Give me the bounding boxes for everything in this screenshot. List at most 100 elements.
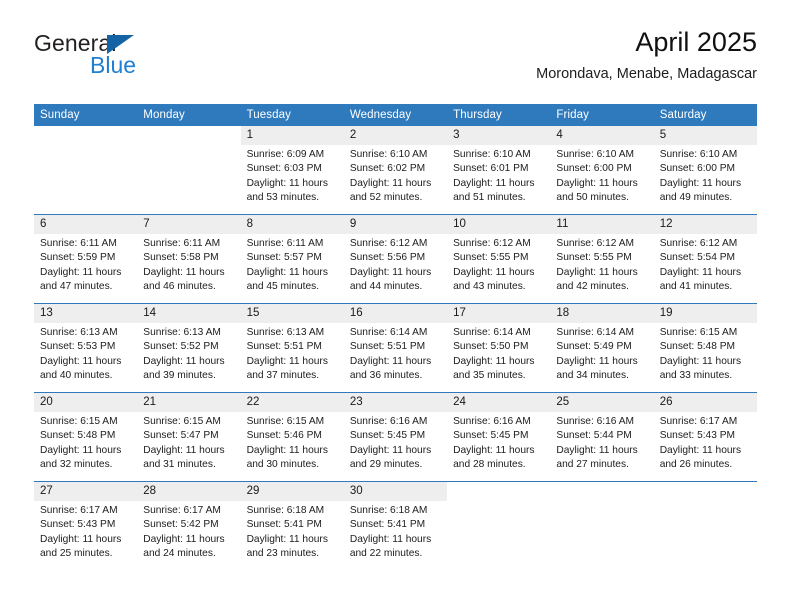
day-details: Sunrise: 6:10 AM Sunset: 6:02 PM Daylight:… <box>344 145 447 205</box>
day-cell[interactable]: 8 Sunrise: 6:11 AM Sunset: 5:57 PM Daylight… <box>240 215 344 304</box>
weekday-header-row: Sunday Monday Tuesday Wednesday Thursday… <box>34 104 757 126</box>
sunset-text: Sunset: 5:48 PM <box>659 341 736 353</box>
day-number: 10 <box>447 215 551 234</box>
sunset-text: Sunset: 5:50 PM <box>453 341 529 353</box>
day-cell[interactable]: 27 Sunrise: 6:17 AM Sunset: 5:43 PM Dayligh… <box>34 482 138 571</box>
sunset-text: Sunset: 5:43 PM <box>40 519 116 531</box>
calendar-week-row: 27 Sunrise: 6:17 AM Sunset: 5:43 PM Dayligh… <box>34 481 757 571</box>
day-details: Sunrise: 6:12 AM Sunset: 5:54 PM Daylight:… <box>654 234 757 294</box>
day-details: Sunrise: 6:12 AM Sunset: 5:55 PM Daylight:… <box>447 234 550 294</box>
sunset-text: Sunset: 5:44 PM <box>556 430 632 442</box>
daylight-text-line2: and 41 minutes. <box>659 280 733 292</box>
sunset-text: Sunset: 5:43 PM <box>659 430 736 442</box>
day-details: Sunrise: 6:10 AM Sunset: 6:01 PM Daylight:… <box>447 145 550 205</box>
day-details: Sunrise: 6:10 AM Sunset: 6:00 PM Daylight:… <box>550 145 653 205</box>
calendar-week-row: 1 Sunrise: 6:09 AM Sunset: 6:03 PM Daylight… <box>34 126 757 215</box>
daylight-text-line1: Daylight: 11 hours <box>143 355 225 367</box>
daylight-text-line1: Daylight: 11 hours <box>349 533 432 545</box>
sunset-text: Sunset: 5:47 PM <box>143 430 219 442</box>
day-cell <box>137 126 240 215</box>
day-number: 22 <box>240 393 344 412</box>
day-cell[interactable]: 20 Sunrise: 6:15 AM Sunset: 5:48 PM Dayligh… <box>34 393 138 482</box>
daylight-text-line1: Daylight: 11 hours <box>246 444 328 456</box>
day-cell[interactable]: 24 Sunrise: 6:16 AM Sunset: 5:45 PM Dayligh… <box>447 393 551 482</box>
day-cell[interactable]: 25 Sunrise: 6:16 AM Sunset: 5:44 PM Dayligh… <box>550 393 654 482</box>
page-title: April 2025 <box>635 27 757 57</box>
day-cell[interactable]: 26 Sunrise: 6:17 AM Sunset: 5:43 PM Dayligh… <box>653 393 757 482</box>
daylight-text-line1: Daylight: 11 hours <box>659 177 742 189</box>
sunset-text: Sunset: 6:03 PM <box>246 163 322 175</box>
day-cell[interactable]: 10 Sunrise: 6:12 AM Sunset: 5:55 PM Dayligh… <box>447 215 551 304</box>
day-cell[interactable]: 13 Sunrise: 6:13 AM Sunset: 5:53 PM Dayligh… <box>34 304 138 393</box>
sunset-text: Sunset: 5:53 PM <box>40 341 116 353</box>
daylight-text-line2: and 39 minutes. <box>143 369 216 381</box>
day-details: Sunrise: 6:16 AM Sunset: 5:45 PM Daylight:… <box>344 412 447 472</box>
day-cell[interactable]: 19 Sunrise: 6:15 AM Sunset: 5:48 PM Dayligh… <box>653 304 757 393</box>
day-cell[interactable]: 5 Sunrise: 6:10 AM Sunset: 6:00 PM Daylight… <box>653 126 757 215</box>
day-cell[interactable]: 15 Sunrise: 6:13 AM Sunset: 5:51 PM Dayligh… <box>240 304 344 393</box>
daylight-text-line1: Daylight: 11 hours <box>556 355 638 367</box>
daylight-text-line1: Daylight: 11 hours <box>453 177 535 189</box>
day-cell[interactable]: 7 Sunrise: 6:11 AM Sunset: 5:58 PM Daylight… <box>137 215 241 304</box>
day-cell[interactable]: 17 Sunrise: 6:14 AM Sunset: 5:50 PM Dayligh… <box>447 304 551 393</box>
day-cell[interactable]: 22 Sunrise: 6:15 AM Sunset: 5:46 PM Dayligh… <box>240 393 344 482</box>
day-number: 8 <box>240 215 344 234</box>
sunrise-text: Sunrise: 6:11 AM <box>143 238 221 249</box>
day-cell[interactable]: 14 Sunrise: 6:13 AM Sunset: 5:52 PM Dayligh… <box>137 304 241 393</box>
daylight-text-line2: and 35 minutes. <box>453 369 526 381</box>
sunrise-text: Sunrise: 6:14 AM <box>453 327 531 338</box>
daylight-text-line1: Daylight: 11 hours <box>556 444 638 456</box>
day-cell[interactable]: 16 Sunrise: 6:14 AM Sunset: 5:51 PM Dayligh… <box>343 304 448 393</box>
sunset-text: Sunset: 5:45 PM <box>453 430 529 442</box>
day-details: Sunrise: 6:18 AM Sunset: 5:41 PM Daylight:… <box>344 501 447 561</box>
sunset-text: Sunset: 5:45 PM <box>349 430 426 442</box>
day-number: 24 <box>447 393 551 412</box>
day-cell[interactable]: 4 Sunrise: 6:10 AM Sunset: 6:00 PM Daylight… <box>550 126 654 215</box>
daylight-text-line2: and 30 minutes. <box>246 458 320 470</box>
day-number: 4 <box>550 126 654 145</box>
sunrise-text: Sunrise: 6:10 AM <box>453 149 531 160</box>
day-cell[interactable]: 1 Sunrise: 6:09 AM Sunset: 6:03 PM Daylight… <box>240 126 344 215</box>
day-cell[interactable]: 3 Sunrise: 6:10 AM Sunset: 6:01 PM Daylight… <box>447 126 551 215</box>
daylight-text-line1: Daylight: 11 hours <box>453 266 535 278</box>
daylight-text-line2: and 31 minutes. <box>143 458 216 470</box>
day-details: Sunrise: 6:15 AM Sunset: 5:48 PM Daylight:… <box>654 323 757 383</box>
sunrise-text: Sunrise: 6:15 AM <box>246 416 325 427</box>
sunrise-text: Sunrise: 6:09 AM <box>246 149 325 160</box>
day-cell[interactable]: 18 Sunrise: 6:14 AM Sunset: 5:49 PM Dayligh… <box>550 304 654 393</box>
sunset-text: Sunset: 5:48 PM <box>40 430 116 442</box>
day-cell[interactable]: 2 Sunrise: 6:10 AM Sunset: 6:02 PM Daylight… <box>343 126 448 215</box>
daylight-text-line2: and 42 minutes. <box>556 280 629 292</box>
day-cell[interactable]: 21 Sunrise: 6:15 AM Sunset: 5:47 PM Dayligh… <box>137 393 241 482</box>
sunset-text: Sunset: 5:54 PM <box>659 252 736 264</box>
daylight-text-line2: and 26 minutes. <box>659 458 733 470</box>
sunset-text: Sunset: 5:55 PM <box>556 252 632 264</box>
page-header: General Blue April 2025 Morondava, Menab… <box>34 26 757 94</box>
day-cell[interactable]: 29 Sunrise: 6:18 AM Sunset: 5:41 PM Dayligh… <box>240 482 344 571</box>
day-cell <box>447 482 550 571</box>
day-details: Sunrise: 6:15 AM Sunset: 5:47 PM Daylight:… <box>137 412 240 472</box>
day-cell[interactable]: 30 Sunrise: 6:18 AM Sunset: 5:41 PM Dayligh… <box>343 482 448 571</box>
day-cell[interactable]: 9 Sunrise: 6:12 AM Sunset: 5:56 PM Daylight… <box>343 215 448 304</box>
daylight-text-line1: Daylight: 11 hours <box>659 355 742 367</box>
daylight-text-line2: and 36 minutes. <box>349 369 423 381</box>
sunset-text: Sunset: 5:56 PM <box>349 252 426 264</box>
sunrise-text: Sunrise: 6:13 AM <box>40 327 118 338</box>
day-cell[interactable]: 12 Sunrise: 6:12 AM Sunset: 5:54 PM Dayligh… <box>653 215 757 304</box>
weekday-header-monday: Monday <box>137 104 241 126</box>
sunset-text: Sunset: 5:52 PM <box>143 341 219 353</box>
day-number: 14 <box>137 304 241 323</box>
day-number: 13 <box>34 304 138 323</box>
sunset-text: Sunset: 6:01 PM <box>453 163 529 175</box>
day-cell[interactable]: 23 Sunrise: 6:16 AM Sunset: 5:45 PM Dayligh… <box>343 393 448 482</box>
day-number: 23 <box>343 393 448 412</box>
day-cell[interactable]: 6 Sunrise: 6:11 AM Sunset: 5:59 PM Daylight… <box>34 215 138 304</box>
day-number <box>654 482 757 501</box>
sunset-text: Sunset: 5:51 PM <box>349 341 426 353</box>
day-cell[interactable]: 28 Sunrise: 6:17 AM Sunset: 5:42 PM Dayligh… <box>137 482 241 571</box>
daylight-text-line1: Daylight: 11 hours <box>246 533 328 545</box>
day-cell[interactable]: 11 Sunrise: 6:12 AM Sunset: 5:55 PM Dayligh… <box>550 215 654 304</box>
day-number: 5 <box>653 126 757 145</box>
sunset-text: Sunset: 5:51 PM <box>246 341 322 353</box>
calendar-body: 1 Sunrise: 6:09 AM Sunset: 6:03 PM Daylight… <box>34 126 757 570</box>
